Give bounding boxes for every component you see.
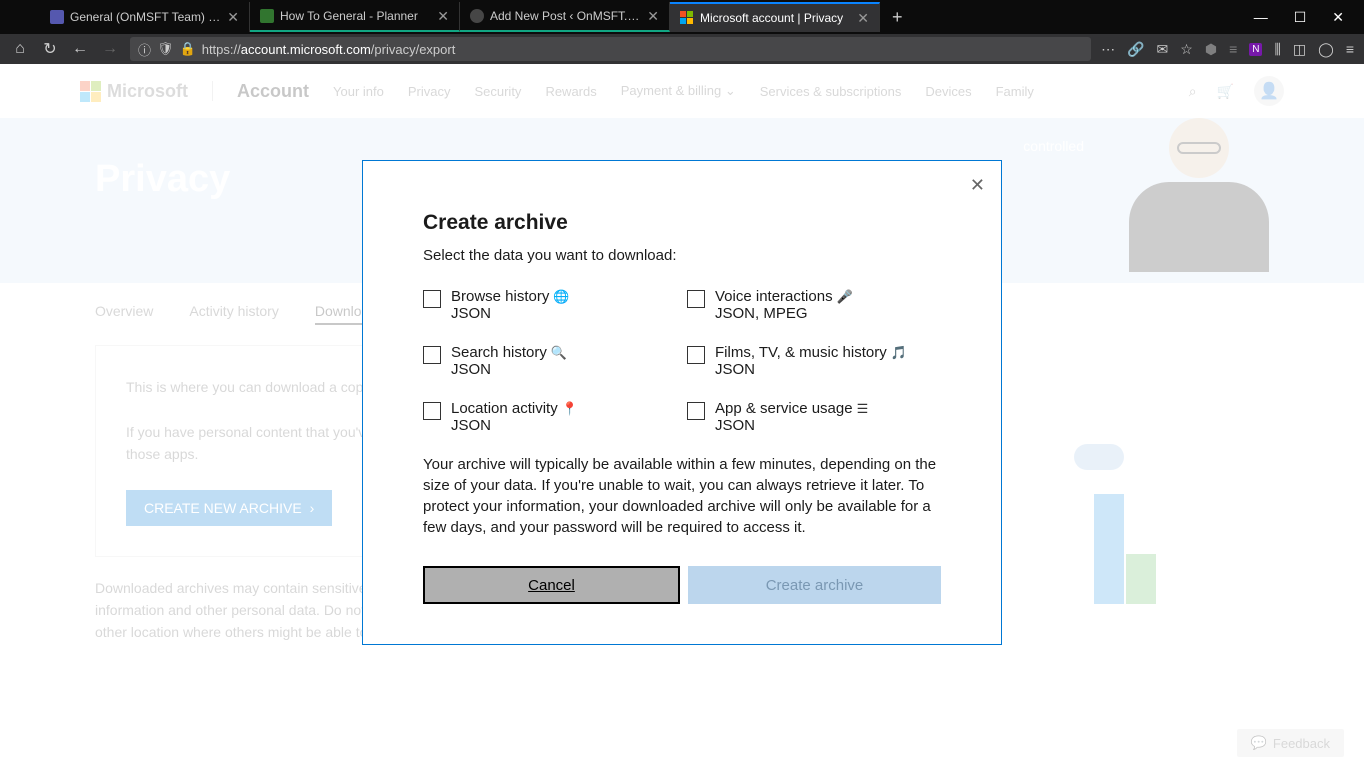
modal-note: Your archive will typically be available… [423, 454, 941, 538]
planner-icon [260, 9, 274, 23]
minimize-icon[interactable]: — [1254, 9, 1268, 26]
media-icon: 🎵 [891, 345, 907, 361]
more-icon[interactable]: ⋯ [1101, 41, 1115, 58]
option-label: Films, TV, & music history [715, 344, 887, 361]
mic-icon: 🎤 [837, 289, 853, 305]
cancel-button[interactable]: Cancel [423, 566, 680, 604]
option-voice-interactions[interactable]: Voice interactions 🎤 JSON, MPEG [687, 288, 941, 322]
close-window-icon[interactable]: ✕ [1332, 9, 1344, 26]
address-bar: ⌂ ↻ ← → ⓘ 🛡 🔒 https://account.microsoft.… [0, 34, 1364, 64]
checkbox[interactable] [423, 402, 441, 420]
close-icon[interactable]: ✕ [437, 8, 449, 25]
url-input[interactable]: ⓘ 🛡 🔒 https://account.microsoft.com/priv… [130, 37, 1091, 61]
option-format: JSON [451, 417, 578, 434]
create-button[interactable]: Create archive [688, 566, 941, 604]
library-icon[interactable]: ⫼ [1274, 41, 1280, 58]
create-archive-modal: ✕ Create archive Select the data you wan… [362, 160, 1002, 645]
maximize-icon[interactable]: ☐ [1294, 9, 1307, 26]
browser-tab[interactable]: General (OnMSFT Team) | Micr ✕ [40, 2, 250, 32]
option-format: JSON [715, 361, 907, 378]
forward-icon[interactable]: → [100, 40, 120, 58]
modal-title: Create archive [423, 211, 941, 235]
option-label: Voice interactions [715, 288, 833, 305]
option-location-activity[interactable]: Location activity 📍 JSON [423, 400, 677, 434]
browser-tab[interactable]: Microsoft account | Privacy ✕ [670, 2, 880, 32]
new-tab-button[interactable]: + [880, 7, 915, 28]
info-icon[interactable]: ⓘ [138, 40, 151, 59]
option-format: JSON [451, 305, 570, 322]
back-icon[interactable]: ← [70, 40, 90, 58]
url-text: https://account.microsoft.com/privacy/ex… [202, 42, 456, 57]
checkbox[interactable] [687, 346, 705, 364]
close-icon[interactable]: ✕ [970, 175, 985, 196]
tab-title: Microsoft account | Privacy [700, 11, 851, 25]
extension-icon[interactable]: ⬢ [1205, 41, 1217, 58]
close-icon[interactable]: ✕ [227, 9, 239, 26]
checkbox[interactable] [687, 402, 705, 420]
onenote-icon[interactable]: N [1249, 43, 1262, 56]
browser-chrome: General (OnMSFT Team) | Micr ✕ How To Ge… [0, 0, 1364, 64]
option-label: Search history [451, 344, 547, 361]
extension-icon[interactable]: ≡ [1229, 41, 1237, 57]
checkbox[interactable] [423, 290, 441, 308]
option-browse-history[interactable]: Browse history 🌐 JSON [423, 288, 677, 322]
sidebar-icon[interactable]: ◫ [1293, 41, 1306, 58]
reload-icon[interactable]: ↻ [40, 39, 60, 59]
option-format: JSON [715, 417, 868, 434]
search-icon: 🔍 [551, 345, 567, 361]
mail-icon[interactable]: ✉ [1157, 41, 1169, 58]
tab-bar: General (OnMSFT Team) | Micr ✕ How To Ge… [0, 0, 1364, 34]
checkbox[interactable] [423, 346, 441, 364]
wordpress-icon [470, 9, 484, 23]
option-app-usage[interactable]: App & service usage ☰ JSON [687, 400, 941, 434]
home-icon[interactable]: ⌂ [10, 40, 30, 58]
option-label: Location activity [451, 400, 558, 417]
lock-icon: 🔒 [180, 41, 196, 57]
modal-actions: Cancel Create archive [423, 566, 941, 604]
option-label: App & service usage [715, 400, 853, 417]
modal-subtitle: Select the data you want to download: [423, 247, 941, 264]
tab-title: How To General - Planner [280, 9, 431, 23]
close-icon[interactable]: ✕ [647, 8, 659, 25]
option-search-history[interactable]: Search history 🔍 JSON [423, 344, 677, 378]
location-icon: 📍 [562, 401, 578, 417]
menu-icon[interactable]: ≡ [1346, 41, 1354, 57]
checkbox[interactable] [687, 290, 705, 308]
bookmark-icon[interactable]: ☆ [1180, 41, 1193, 58]
browser-tab[interactable]: Add New Post ‹ OnMSFT.com — W ✕ [460, 2, 670, 32]
browser-tab[interactable]: How To General - Planner ✕ [250, 2, 460, 32]
option-label: Browse history [451, 288, 549, 305]
globe-icon: 🌐 [553, 289, 569, 305]
option-format: JSON, MPEG [715, 305, 853, 322]
list-icon: ☰ [857, 401, 869, 417]
close-icon[interactable]: ✕ [857, 10, 869, 27]
option-media-history[interactable]: Films, TV, & music history 🎵 JSON [687, 344, 941, 378]
teams-icon [50, 10, 64, 24]
archive-options: Browse history 🌐 JSON Voice interactions… [423, 288, 941, 434]
tab-title: General (OnMSFT Team) | Micr [70, 10, 221, 24]
option-format: JSON [451, 361, 567, 378]
microsoft-icon [680, 11, 694, 25]
account-icon[interactable]: ◯ [1318, 41, 1334, 58]
tab-title: Add New Post ‹ OnMSFT.com — W [490, 9, 641, 23]
shield-icon[interactable]: 🛡 [157, 41, 174, 57]
window-controls: — ☐ ✕ [1254, 9, 1364, 26]
link-icon[interactable]: 🔗 [1127, 41, 1144, 58]
